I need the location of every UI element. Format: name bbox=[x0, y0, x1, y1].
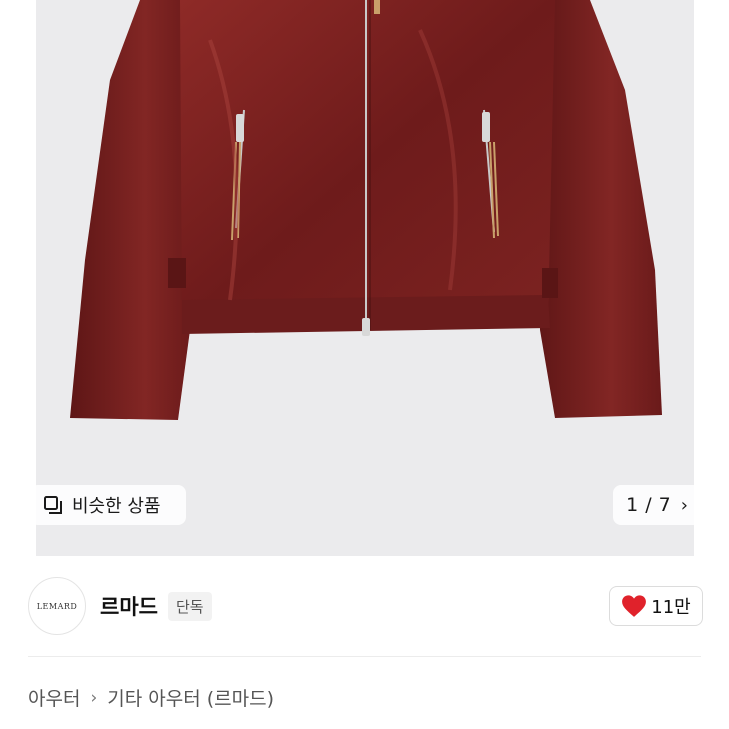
shop-info-row: LEMARD 르마드 단독 11만 bbox=[0, 556, 729, 656]
product-image-jacket bbox=[70, 0, 662, 420]
breadcrumb: 아우터 › 기타 아우터 (르마드) bbox=[28, 684, 274, 711]
similar-products-icon bbox=[44, 496, 62, 514]
product-image-carousel[interactable]: 비슷한 상품 1 / 7 › bbox=[0, 0, 729, 556]
similar-products-button[interactable]: 비슷한 상품 bbox=[30, 485, 186, 525]
pager-total: 7 bbox=[658, 494, 671, 516]
breadcrumb-category[interactable]: 아우터 bbox=[28, 684, 80, 711]
breadcrumb-subcategory[interactable]: 기타 아우터 (르마드) bbox=[107, 684, 274, 711]
chevron-right-icon: › bbox=[90, 687, 98, 708]
like-button[interactable]: 11만 bbox=[609, 586, 703, 626]
similar-products-label: 비슷한 상품 bbox=[72, 496, 161, 517]
shop-name[interactable]: 르마드 bbox=[100, 591, 158, 621]
shop-logo-text: LEMARD bbox=[36, 601, 78, 611]
shop-logo[interactable]: LEMARD bbox=[28, 577, 86, 635]
heart-icon bbox=[622, 595, 647, 617]
chevron-right-icon: › bbox=[680, 494, 688, 516]
exclusive-badge: 단독 bbox=[167, 591, 212, 621]
pager-separator: / bbox=[645, 494, 652, 516]
like-count: 11만 bbox=[651, 597, 691, 618]
pager-current: 1 bbox=[626, 494, 639, 516]
section-divider bbox=[28, 656, 701, 657]
image-pager-button[interactable]: 1 / 7 › bbox=[613, 485, 701, 525]
